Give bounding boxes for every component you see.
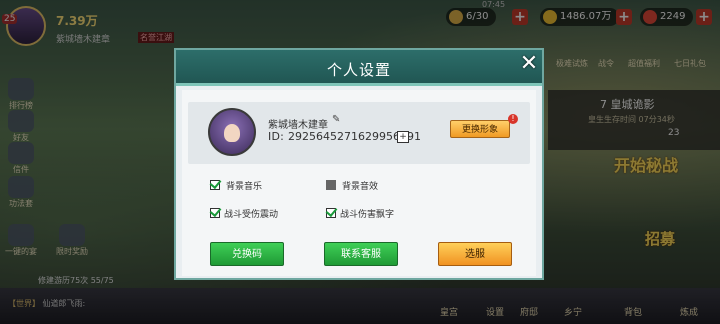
- profile-id-label: ID:: [268, 130, 285, 143]
- hit-vibration-label: 战斗受伤震动: [224, 210, 279, 220]
- sfx-label: 背景音效: [342, 182, 379, 192]
- notification-badge: !: [508, 114, 518, 124]
- bgm-label: 背景音乐: [226, 182, 263, 192]
- redeem-code-button[interactable]: 兑换码: [210, 242, 284, 266]
- bgm-checkbox[interactable]: [210, 180, 220, 190]
- close-icon[interactable]: ✕: [516, 52, 542, 76]
- dialog-header: 个人设置 ✕: [176, 50, 542, 86]
- contact-support-button[interactable]: 联系客服: [324, 242, 398, 266]
- damage-text-checkbox[interactable]: [326, 208, 336, 218]
- sfx-checkbox[interactable]: [326, 180, 336, 190]
- profile-name: 紫城墙木建章: [268, 120, 328, 131]
- select-server-button[interactable]: 选服: [438, 242, 512, 266]
- profile-avatar[interactable]: [208, 108, 256, 156]
- copy-id-icon[interactable]: +: [397, 131, 409, 143]
- change-avatar-button[interactable]: 更换形象: [450, 120, 510, 138]
- dialog-title: 个人设置: [326, 61, 391, 79]
- hit-vibration-checkbox[interactable]: [210, 208, 220, 218]
- edit-name-icon[interactable]: ✎: [332, 114, 340, 125]
- damage-text-label: 战斗伤害飘字: [340, 210, 395, 220]
